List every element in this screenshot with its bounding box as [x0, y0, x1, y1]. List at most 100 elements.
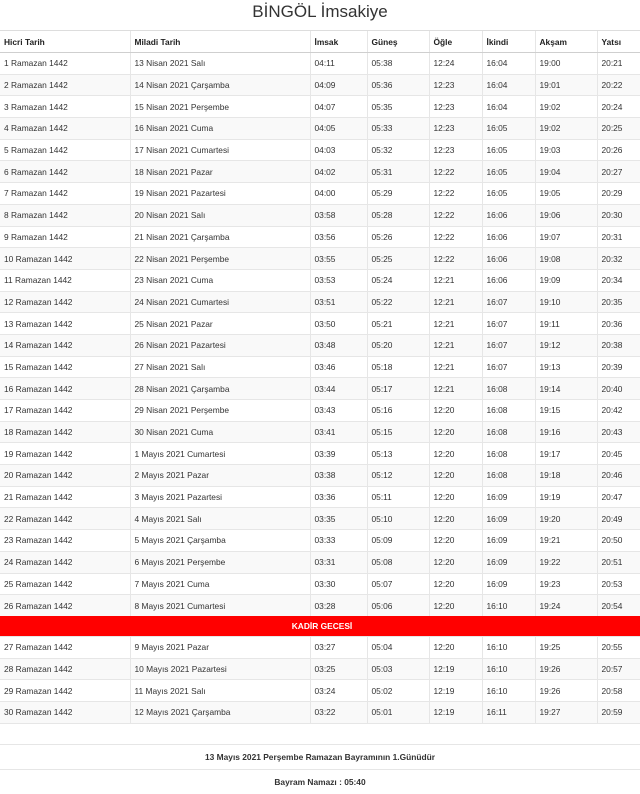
cell-aksam: 19:02: [534, 95, 597, 118]
cell-miladi: 8 Mayıs 2021 Cumartesi: [129, 594, 310, 616]
cell-aksam: 19:26: [534, 679, 597, 702]
cell-yatsi: 20:24: [596, 95, 640, 118]
cell-ogle: 12:20: [428, 420, 482, 443]
cell-miladi: 10 Mayıs 2021 Pazartesi: [129, 657, 310, 680]
cell-yatsi: 20:43: [596, 420, 640, 443]
cell-yatsi: 20:26: [596, 138, 640, 161]
cell-yatsi: 20:30: [596, 203, 640, 226]
cell-miladi: 12 Mayıs 2021 Çarşamba: [129, 700, 310, 723]
cell-gunes: 05:12: [366, 464, 429, 487]
cell-yatsi: 20:54: [596, 594, 640, 616]
cell-hicri: 15 Ramazan 1442: [0, 355, 130, 378]
cell-gunes: 05:36: [366, 73, 429, 96]
cell-miladi: 2 Mayıs 2021 Pazar: [129, 464, 310, 487]
table-row: 27 Ramazan 1442 9 Mayıs 2021 Pazar 03:27 05…: [0, 635, 640, 659]
cell-yatsi: 20:31: [596, 225, 640, 248]
cell-miladi: 28 Nisan 2021 Çarşamba: [129, 377, 310, 400]
cell-hicri: 26 Ramazan 1442: [0, 594, 130, 616]
table-row: 20 Ramazan 1442 2 Mayıs 2021 Pazar 03:38 05…: [0, 464, 640, 487]
cell-aksam: 19:05: [534, 182, 597, 205]
table-row: 5 Ramazan 1442 17 Nisan 2021 Cumartesi 04:…: [0, 138, 640, 161]
cell-aksam: 19:16: [534, 420, 597, 443]
cell-yatsi: 20:58: [596, 679, 640, 702]
cell-imsak: 03:36: [309, 485, 367, 508]
cell-ogle: 12:20: [428, 572, 482, 595]
bayram-info: 13 Mayıs 2021 Perşembe Ramazan Bayramını…: [0, 743, 640, 769]
cell-aksam: 19:21: [534, 529, 597, 552]
cell-imsak: 03:22: [309, 700, 367, 723]
cell-gunes: 05:11: [366, 485, 429, 508]
column-header-miladi: Miladi Tarih: [129, 30, 310, 53]
cell-ikindi: 16:09: [481, 572, 535, 595]
cell-aksam: 19:13: [534, 355, 597, 378]
cell-ogle: 12:21: [428, 290, 482, 313]
cell-hicri: 28 Ramazan 1442: [0, 657, 130, 680]
cell-aksam: 19:09: [534, 268, 597, 292]
cell-imsak: 03:31: [309, 550, 367, 573]
cell-ogle: 12:20: [428, 594, 482, 616]
cell-imsak: 04:07: [309, 95, 367, 118]
table-body-before: 1 Ramazan 1442 13 Nisan 2021 Salı 04:11 05:…: [0, 52, 640, 616]
cell-gunes: 05:02: [366, 679, 429, 702]
cell-aksam: 19:17: [534, 442, 597, 465]
cell-aksam: 19:14: [534, 377, 597, 400]
cell-imsak: 03:35: [309, 507, 367, 530]
cell-ogle: 12:24: [428, 52, 482, 75]
cell-miladi: 16 Nisan 2021 Cuma: [129, 117, 310, 140]
cell-ikindi: 16:05: [481, 160, 535, 183]
cell-gunes: 05:24: [366, 268, 429, 292]
cell-aksam: 19:27: [534, 700, 597, 723]
cell-ogle: 12:21: [428, 377, 482, 400]
cell-imsak: 03:55: [309, 247, 367, 270]
cell-hicri: 27 Ramazan 1442: [0, 635, 130, 659]
cell-gunes: 05:33: [366, 117, 429, 140]
cell-ogle: 12:19: [428, 700, 482, 723]
table-row: 16 Ramazan 1442 28 Nisan 2021 Çarşamba 03:…: [0, 377, 640, 400]
cell-miladi: 22 Nisan 2021 Perşembe: [129, 247, 310, 270]
cell-imsak: 04:00: [309, 182, 367, 205]
cell-ogle: 12:22: [428, 225, 482, 248]
table-row: 13 Ramazan 1442 25 Nisan 2021 Pazar 03:50 0…: [0, 312, 640, 335]
cell-gunes: 05:03: [366, 657, 429, 680]
table-row: 24 Ramazan 1442 6 Mayıs 2021 Perşembe 03:3…: [0, 550, 640, 573]
cell-imsak: 03:38: [309, 464, 367, 487]
cell-gunes: 05:01: [366, 700, 429, 723]
cell-aksam: 19:11: [534, 312, 597, 335]
cell-ikindi: 16:05: [481, 182, 535, 205]
cell-yatsi: 20:51: [596, 550, 640, 573]
cell-ikindi: 16:06: [481, 203, 535, 226]
cell-imsak: 03:25: [309, 657, 367, 680]
cell-hicri: 8 Ramazan 1442: [0, 203, 130, 226]
cell-miladi: 25 Nisan 2021 Pazar: [129, 312, 310, 335]
footer-spacer: [0, 722, 640, 744]
cell-gunes: 05:07: [366, 572, 429, 595]
cell-imsak: 03:30: [309, 572, 367, 595]
bayram-namazi-info: Bayram Namazı : 05:40: [0, 768, 640, 794]
table-row: 26 Ramazan 1442 8 Mayıs 2021 Cumartesi 03:…: [0, 594, 640, 616]
cell-ogle: 12:20: [428, 464, 482, 487]
cell-miladi: 19 Nisan 2021 Pazartesi: [129, 182, 310, 205]
table-row: 19 Ramazan 1442 1 Mayıs 2021 Cumartesi 03:…: [0, 442, 640, 465]
cell-aksam: 19:18: [534, 464, 597, 487]
cell-imsak: 03:46: [309, 355, 367, 378]
kadir-gecesi-row: KADİR GECESİ: [0, 615, 640, 637]
cell-miladi: 23 Nisan 2021 Cuma: [129, 268, 310, 292]
cell-ikindi: 16:10: [481, 635, 535, 659]
cell-gunes: 05:29: [366, 182, 429, 205]
cell-yatsi: 20:27: [596, 160, 640, 183]
cell-hicri: 2 Ramazan 1442: [0, 73, 130, 96]
cell-yatsi: 20:42: [596, 399, 640, 422]
cell-ogle: 12:21: [428, 355, 482, 378]
column-header-aksam: Akşam: [534, 30, 597, 53]
cell-hicri: 6 Ramazan 1442: [0, 160, 130, 183]
cell-ogle: 12:23: [428, 117, 482, 140]
table-row: 22 Ramazan 1442 4 Mayıs 2021 Salı 03:35 05:…: [0, 507, 640, 530]
cell-ogle: 12:20: [428, 529, 482, 552]
cell-ikindi: 16:08: [481, 377, 535, 400]
cell-imsak: 04:05: [309, 117, 367, 140]
cell-ikindi: 16:07: [481, 312, 535, 335]
cell-imsak: 03:56: [309, 225, 367, 248]
cell-miladi: 17 Nisan 2021 Cumartesi: [129, 138, 310, 161]
cell-yatsi: 20:45: [596, 442, 640, 465]
table-row: 11 Ramazan 1442 23 Nisan 2021 Cuma 03:53 05…: [0, 268, 640, 292]
